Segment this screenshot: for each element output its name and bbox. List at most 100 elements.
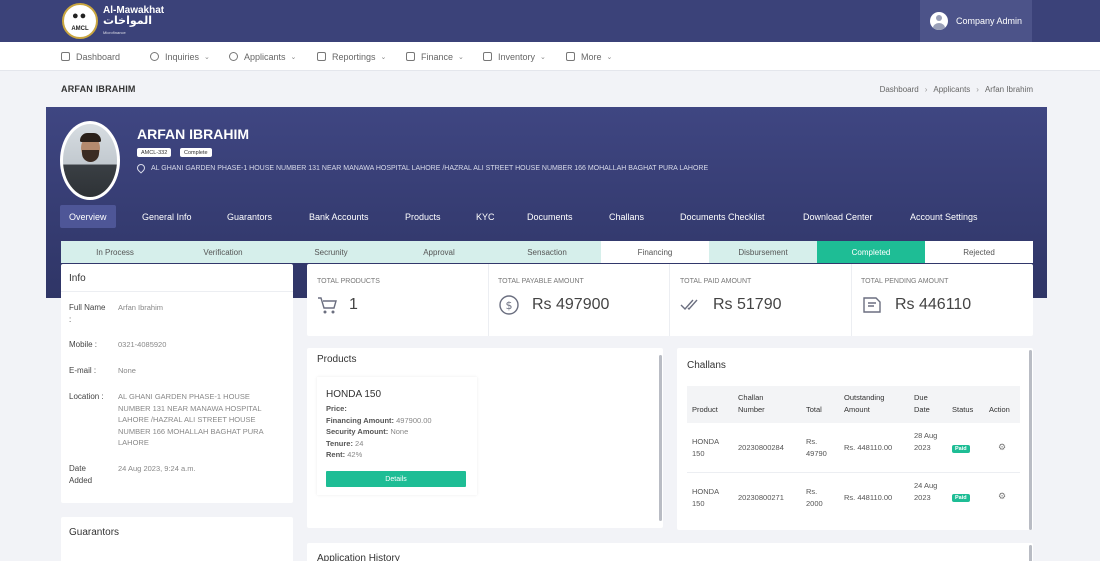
nav-inquiries[interactable]: Inquiries ⌄ [150,42,210,71]
challan-row-1-due: 28 Aug 2023 [914,431,938,452]
challan-row-1-outstanding: Rs. 448110.00 [844,443,893,452]
nav-finance[interactable]: Finance ⌄ [406,42,464,71]
nav-label: More [581,51,602,62]
challan-row-1-gear-icon[interactable]: ⚙ [998,442,1006,453]
info-value-location: AL GHANI GARDEN PHASE-1 HOUSE NUMBER 131… [118,392,264,447]
nav-label: Applicants [244,51,286,62]
tab-kyc[interactable]: KYC [476,205,495,228]
tab-general-info[interactable]: General Info [142,205,192,228]
products-scrollbar[interactable] [659,355,662,521]
challan-row-1-number: 20230800284 [738,443,784,452]
logo-emblem: ●● AMCL [62,3,98,39]
step-rejected: Rejected [925,241,1033,263]
tab-challans[interactable]: Challans [609,205,644,228]
nav-more[interactable]: More ⌄ [566,42,612,71]
dollar-cycle-icon: $ [498,294,520,316]
info-value-date-added: 24 Aug 2023, 9:24 a.m. [118,464,196,473]
breadcrumb-separator-icon: › [976,85,979,94]
info-title: Info [69,273,86,284]
info-value-email: None [118,366,136,375]
application-history-card [307,543,1033,561]
nav-applicants[interactable]: Applicants ⌄ [229,42,296,71]
breadcrumb-applicants[interactable]: Applicants [933,85,970,94]
user-menu[interactable]: Company Admin [920,0,1032,42]
col-status: Status [952,405,974,414]
finance-icon [406,52,415,61]
product-price-label: Price: [326,404,347,413]
main-nav: Dashboard Inquiries ⌄ Applicants ⌄ Repor… [0,42,1100,71]
product-tenure: Tenure: 24 [326,439,363,448]
user-name: Company Admin [956,16,1023,26]
question-icon [150,52,159,61]
col-outstanding: Outstanding Amount [844,393,885,414]
cart-icon [316,294,338,316]
step-verification: Verification [169,241,277,263]
product-tenure-label: Tenure: [326,439,353,448]
page-title: ARFAN IBRAHIM [61,84,136,94]
double-check-icon [679,294,701,316]
product-rent-label: Rent: [326,450,346,459]
product-security-value: None [390,427,409,436]
chevron-down-icon: ⌄ [458,53,464,61]
nav-label: Finance [421,51,454,62]
tab-products[interactable]: Products [405,205,441,228]
company-logo[interactable]: ●● AMCL Al-Mawakhat المواخات Microfinanc… [62,3,164,39]
nav-label: Dashboard [76,51,121,62]
product-financing: Financing Amount: 497900.00 [326,416,432,425]
nav-inventory[interactable]: Inventory ⌄ [483,42,546,71]
nav-dashboard[interactable]: Dashboard [61,42,120,71]
logo-text: Al-Mawakhat المواخات Microfinance [103,5,164,38]
logo-name-en: Al-Mawakhat [103,4,165,16]
profile-avatar [60,121,120,200]
stat-value-total-paid: Rs 51790 [713,296,782,313]
nav-label: Inventory [498,51,536,62]
info-label-mobile: Mobile : [69,340,98,349]
product-details-button[interactable]: Details [326,471,466,487]
stat-value-total-products: 1 [349,296,358,313]
step-secrunity: Secrunity [277,241,385,263]
nav-label: Reportings [332,51,376,62]
svg-text:$: $ [506,299,513,312]
application-history-title: Application History [317,553,400,561]
chevron-down-icon: ⌄ [540,53,546,61]
tab-guarantors[interactable]: Guarantors [227,205,272,228]
nav-reportings[interactable]: Reportings ⌄ [317,42,386,71]
profile-address: AL GHANI GARDEN PHASE-1 HOUSE NUMBER 131… [135,162,708,174]
tab-download-center[interactable]: Download Center [803,205,873,228]
tab-overview[interactable]: Overview [60,205,116,228]
stat-label-total-paid: TOTAL PAID AMOUNT [680,278,752,285]
product-financing-value: 497900.00 [396,416,432,425]
step-completed: Completed [817,241,925,263]
step-financing: Financing [601,241,709,263]
col-challan-number: Challan Number [738,393,765,414]
product-financing-label: Financing Amount: [326,416,395,425]
chevron-down-icon: ⌄ [290,53,297,61]
col-product: Product [692,405,718,414]
guarantors-title: Guarantors [69,527,120,538]
breadcrumb-dashboard[interactable]: Dashboard [880,85,919,94]
status-badge: Complete [180,148,212,157]
stat-value-total-payable: Rs 497900 [532,296,610,313]
challans-scrollbar[interactable] [1029,350,1032,530]
photo-beard [82,150,99,162]
location-pin-icon [135,162,147,174]
tab-documents-checklist[interactable]: Documents Checklist [680,205,765,228]
challans-title: Challans [687,360,726,371]
info-label-date-added: Date Added [69,464,93,485]
photo-hair [80,133,101,142]
stats-divider [669,264,670,336]
chevron-down-icon: ⌄ [204,53,210,61]
info-divider [61,291,293,292]
challan-row-2-gear-icon[interactable]: ⚙ [998,491,1006,502]
top-header: ●● AMCL Al-Mawakhat المواخات Microfinanc… [0,0,1100,42]
step-disbursement: Disbursement [709,241,817,263]
tab-bank-accounts[interactable]: Bank Accounts [309,205,369,228]
logo-name-ar: المواخات [103,14,153,27]
tab-account-settings[interactable]: Account Settings [910,205,978,228]
chevron-down-icon: ⌄ [380,53,387,61]
applicant-id-badge: AMCL-332 [137,148,172,157]
tab-documents[interactable]: Documents [527,205,573,228]
history-scrollbar[interactable] [1029,545,1032,561]
user-avatar-icon [930,12,948,30]
product-tenure-value: 24 [355,439,364,448]
